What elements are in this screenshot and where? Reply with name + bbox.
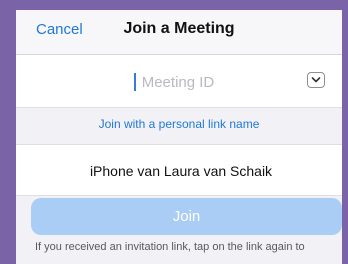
meeting-id-input[interactable] xyxy=(56,67,300,97)
page-title: Join a Meeting xyxy=(123,20,235,37)
invitation-info-text: If you received an invitation link, tap … xyxy=(35,241,305,253)
screen-name-row xyxy=(16,144,342,196)
meeting-history-dropdown-button[interactable] xyxy=(307,72,325,88)
personal-link-row: Join with a personal link name xyxy=(16,108,342,144)
navigation-bar: Cancel Join a Meeting xyxy=(16,10,342,55)
screen-name-input[interactable] xyxy=(26,157,336,185)
join-button[interactable]: Join xyxy=(31,198,342,235)
meeting-id-row xyxy=(16,55,342,108)
join-with-personal-link-button[interactable]: Join with a personal link name xyxy=(16,117,342,131)
join-meeting-screen: Cancel Join a Meeting Join with a person… xyxy=(16,10,342,264)
